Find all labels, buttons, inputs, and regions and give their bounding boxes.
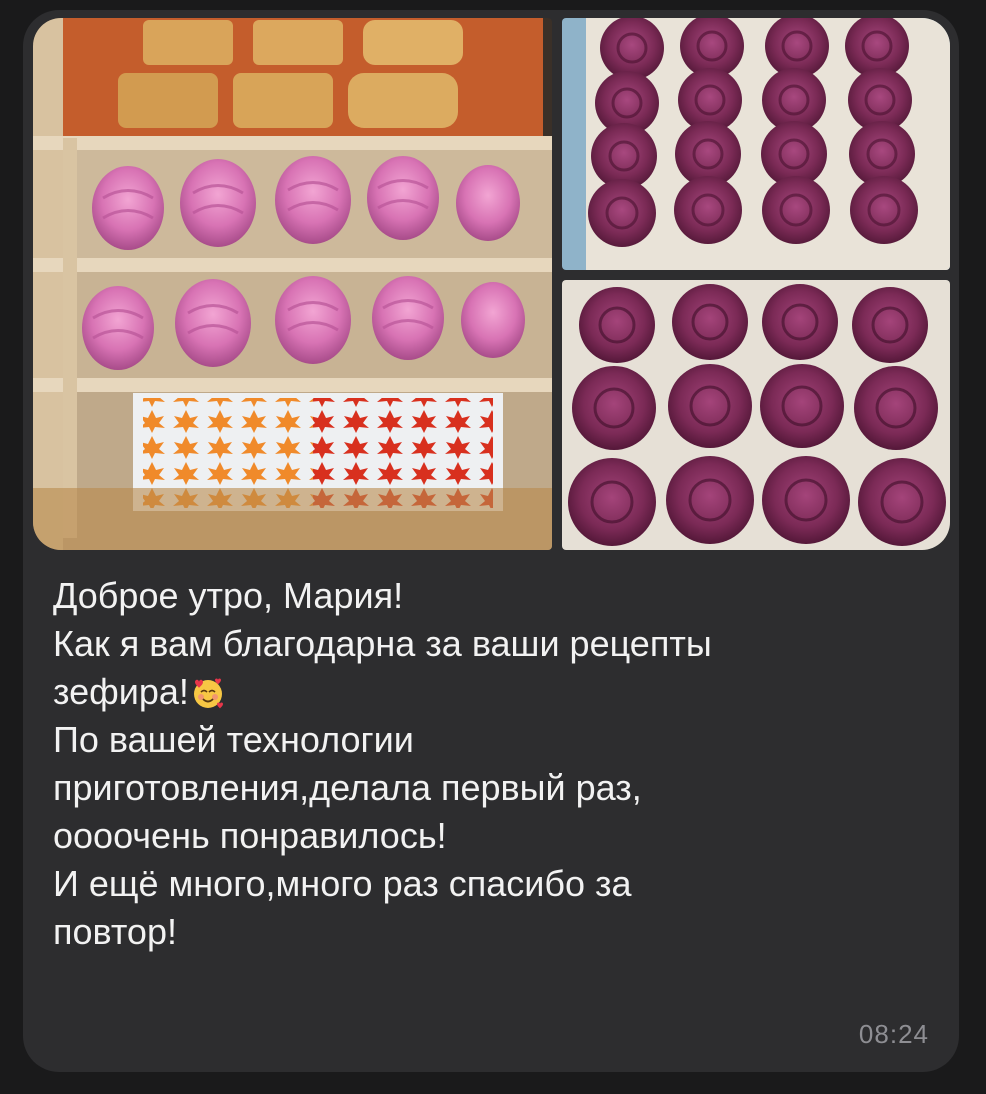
message-text: Доброе утро, Мария! Как я вам благодарна… <box>53 572 933 956</box>
photo-purple-zephyr-bottom[interactable] <box>562 280 950 550</box>
message-line: По вашей технологии <box>53 719 414 760</box>
photo-purple-zephyr-top[interactable] <box>562 18 950 270</box>
message-line: Как я вам благодарна за ваши рецепты <box>53 623 712 664</box>
message-line: оооочень понравилось! <box>53 815 447 856</box>
message-bubble[interactable]: Доброе утро, Мария! Как я вам благодарна… <box>23 10 959 1072</box>
message-line-with-emoji: зефира! <box>53 668 933 716</box>
smiling-face-with-hearts-icon <box>191 674 225 709</box>
message-line-text: зефира! <box>53 671 189 712</box>
message-timestamp: 08:24 <box>858 1019 929 1049</box>
photo-shelves-marshmallow[interactable] <box>33 18 552 550</box>
message-line: И ещё много,много раз спасибо за <box>53 863 632 904</box>
message-line: приготовления,делала первый раз, <box>53 767 642 808</box>
message-line: повтор! <box>53 911 177 952</box>
message-line: Доброе утро, Мария! <box>53 575 404 616</box>
